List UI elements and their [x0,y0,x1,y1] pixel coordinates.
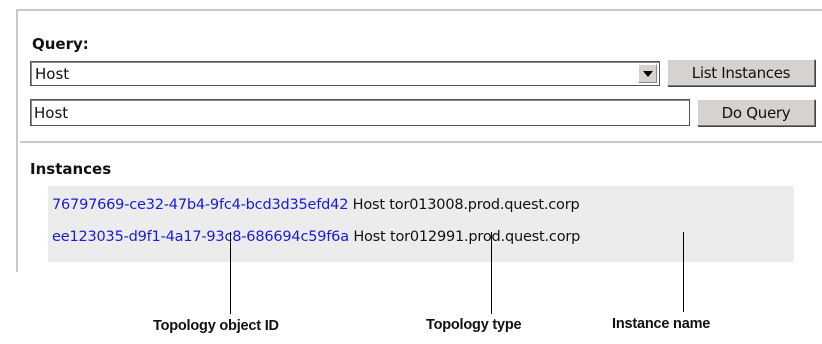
callout-line-type [491,232,492,314]
list-instances-button[interactable]: List Instances [667,59,815,86]
do-query-button[interactable]: Do Query [697,99,815,126]
instance-type: Host [353,229,386,245]
object-type-select[interactable]: Host [30,61,660,86]
callout-topology-type: Topology type [426,317,522,333]
instance-name: tor012991.prod.quest.corp [389,229,581,245]
list-item: ee123035-d9f1-4a17-93c8-686694c59f6a Hos… [52,229,580,245]
chevron-down-icon[interactable] [638,64,657,83]
select-value: Host [35,65,70,83]
instance-name: tor013008.prod.quest.corp [389,197,580,213]
callout-line-id [230,232,231,314]
callout-topology-object-id: Topology object ID [153,318,279,334]
instance-id-link[interactable]: ee123035-d9f1-4a17-93c8-686694c59f6a [52,229,349,245]
callout-instance-name: Instance name [612,316,711,332]
instance-type: Host [352,197,385,213]
query-panel: Query: Host List Instances Do Query [20,13,822,143]
instance-id-link[interactable]: 76797669-ce32-47b4-9fc4-bcd3d35efd42 [52,197,348,213]
callout-line-name [683,232,684,312]
query-input[interactable] [30,99,690,126]
instances-label: Instances [30,160,112,178]
query-label: Query: [32,35,89,53]
list-item: 76797669-ce32-47b4-9fc4-bcd3d35efd42 Hos… [52,197,580,213]
